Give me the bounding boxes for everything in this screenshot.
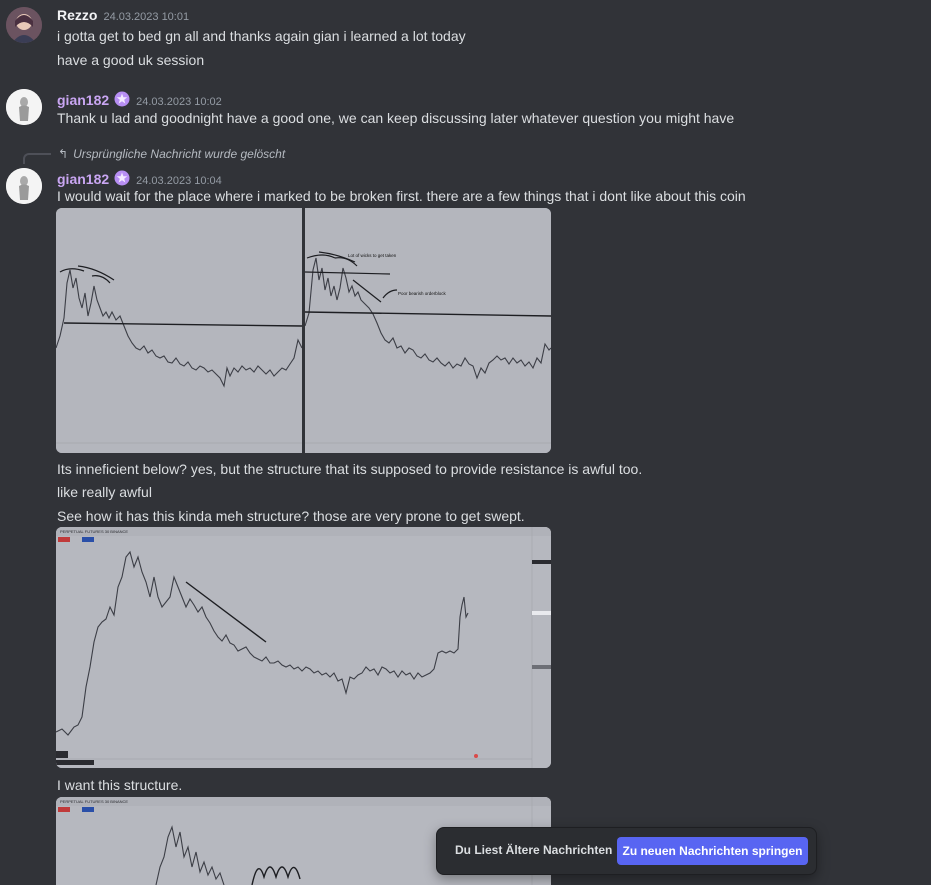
- message-timestamp: 24.03.2023 10:02: [136, 96, 222, 108]
- avatar-rezzo-image: [6, 7, 42, 43]
- jump-to-present-bar: Du Liest Ältere Nachrichten Zu neuen Nac…: [436, 827, 817, 875]
- message-text: Its inneficient below? yes, but the stru…: [57, 461, 643, 477]
- avatar-gian182-image: [6, 89, 42, 125]
- message-text: like really awful: [57, 484, 152, 500]
- nitro-badge-icon: [114, 91, 130, 107]
- chart-image-attachment[interactable]: PERPETUAL FUTURES 30 BINANCE: [56, 527, 551, 768]
- message-text: I would wait for the place where i marke…: [57, 188, 746, 204]
- chart-image-attachment[interactable]: [56, 208, 302, 453]
- chart-annotation-wicks: Lot of wicks to get taken: [348, 253, 397, 258]
- author-name[interactable]: gian182: [57, 92, 109, 108]
- reading-older-messages-label: Du Liest Ältere Nachrichten: [455, 843, 613, 857]
- reply-arrow-icon: ↰: [58, 147, 69, 161]
- jump-to-new-messages-button[interactable]: Zu neuen Nachrichten springen: [617, 837, 808, 865]
- reply-text: Ursprüngliche Nachricht wurde gelöscht: [73, 147, 286, 161]
- price-chart-large-image: PERPETUAL FUTURES 30 BINANCE: [56, 527, 551, 768]
- message-text: I want this structure.: [57, 777, 183, 793]
- price-chart-image: [56, 208, 302, 453]
- avatar-gian182-image: [6, 168, 42, 204]
- nitro-badge-icon: [114, 170, 130, 186]
- author-name[interactable]: Rezzo: [57, 7, 97, 23]
- message-timestamp: 24.03.2023 10:04: [136, 175, 222, 187]
- chart-symbol-header: PERPETUAL FUTURES 30 BINANCE: [60, 529, 128, 534]
- chart-image-attachment[interactable]: Lot of wicks to get taken Poor bearish o…: [305, 208, 551, 453]
- avatar-gian182[interactable]: [6, 168, 42, 204]
- chart-annotation-orderblock: Poor bearish orderblock: [398, 291, 447, 296]
- message-timestamp: 24.03.2023 10:01: [103, 11, 190, 23]
- message-text: i gotta get to bed gn all and thanks aga…: [57, 28, 466, 44]
- message-text: have a good uk session: [57, 52, 205, 68]
- avatar-rezzo[interactable]: [6, 7, 42, 43]
- chart-symbol-header: PERPETUAL FUTURES 30 BINANCE: [60, 799, 128, 804]
- message-text: Thank u lad and goodnight have a good on…: [57, 110, 735, 126]
- avatar-gian182[interactable]: [6, 89, 42, 125]
- author-name[interactable]: gian182: [57, 171, 109, 187]
- reply-reference[interactable]: ↰ Ursprüngliche Nachricht wurde gelöscht: [58, 147, 285, 161]
- price-chart-image-annotated: Lot of wicks to get taken Poor bearish o…: [305, 208, 551, 453]
- reply-connector: [23, 153, 51, 164]
- message-text: See how it has this kinda meh structure?…: [57, 508, 525, 524]
